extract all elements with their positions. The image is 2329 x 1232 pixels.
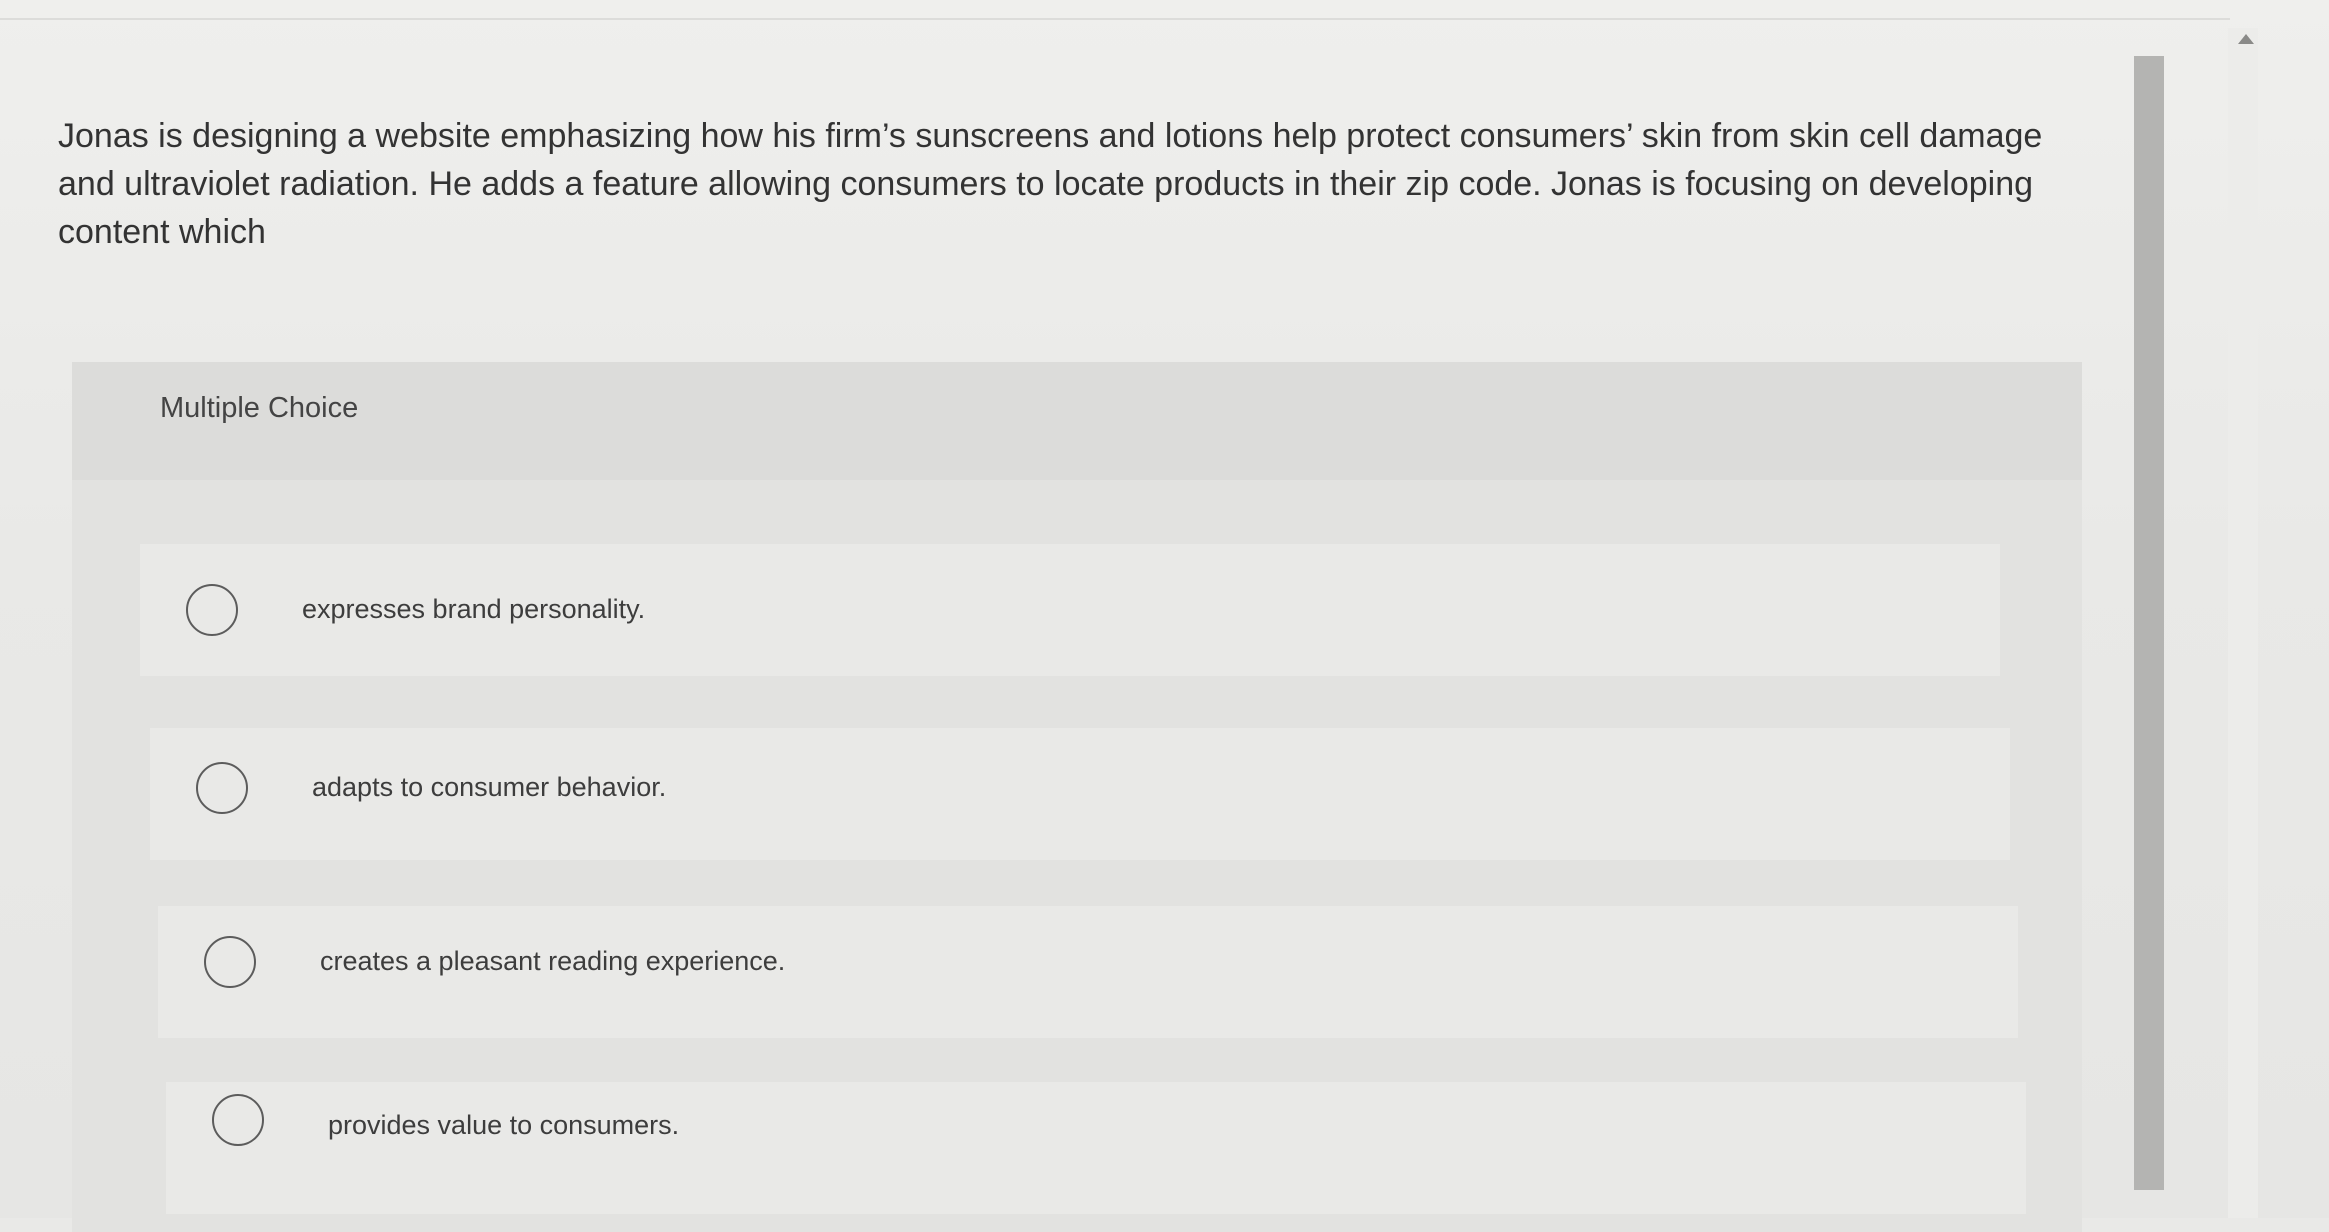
- option-label: creates a pleasant reading experience.: [320, 946, 786, 976]
- radio-empty-icon[interactable]: [186, 584, 238, 636]
- radio-empty-icon[interactable]: [196, 762, 248, 814]
- option-3[interactable]: creates a pleasant reading experience.: [158, 906, 2018, 1038]
- scrollbar-track[interactable]: [2228, 28, 2258, 1218]
- radio-empty-icon[interactable]: [204, 936, 256, 988]
- option-label: provides value to consumers.: [328, 1110, 680, 1140]
- option-2[interactable]: adapts to consumer behavior.: [150, 728, 2010, 860]
- scrollbar-thumb[interactable]: [2134, 56, 2164, 1190]
- multiple-choice-panel: Multiple Choice expresses brand personal…: [72, 362, 2082, 1232]
- question-text: Jonas is designing a website emphasizing…: [58, 117, 2043, 251]
- multiple-choice-label: Multiple Choice: [160, 392, 359, 424]
- option-label: adapts to consumer behavior.: [312, 772, 667, 802]
- top-divider: [0, 18, 2230, 20]
- option-label: expresses brand personality.: [302, 594, 646, 624]
- option-1[interactable]: expresses brand personality.: [140, 544, 2000, 676]
- radio-empty-icon[interactable]: [212, 1094, 264, 1146]
- triangle-up-icon[interactable]: [2238, 34, 2254, 44]
- option-4[interactable]: provides value to consumers.: [166, 1082, 2026, 1214]
- multiple-choice-header: Multiple Choice: [72, 362, 2082, 480]
- quiz-page: Jonas is designing a website emphasizing…: [0, 0, 2329, 1232]
